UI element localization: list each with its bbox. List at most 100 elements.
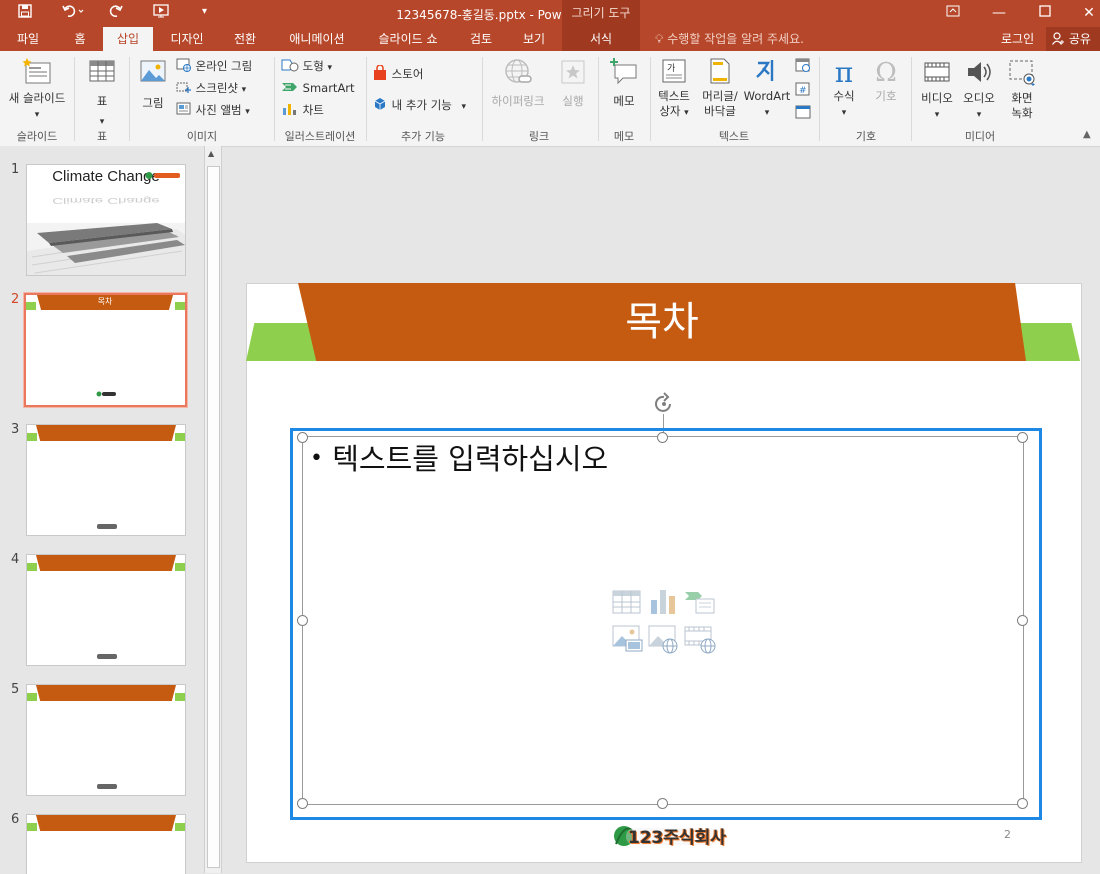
minimize-icon[interactable]: — [976, 0, 1022, 27]
maximize-icon[interactable] [1022, 0, 1068, 27]
ribbon-separator [74, 57, 75, 141]
online-picture-button[interactable]: 온라인 그림 [176, 57, 252, 75]
comment-icon [609, 57, 639, 91]
thumbnail-title-reflection: Climate Change [52, 195, 160, 206]
tab-home[interactable]: 홈 [62, 27, 98, 51]
photo-album-icon [176, 101, 192, 119]
resize-handle-se[interactable] [1017, 798, 1028, 809]
scroll-up-icon[interactable]: ▲ [208, 149, 214, 158]
resize-handle-nw[interactable] [297, 432, 308, 443]
photo-album-button[interactable]: 사진 앨범 ▾ [176, 101, 250, 119]
rotate-handle-icon[interactable] [652, 392, 676, 419]
store-icon [372, 64, 388, 83]
share-button[interactable]: 공유 [1046, 27, 1100, 51]
content-placeholder-text: 텍스트를 입력하십시오 [332, 442, 609, 476]
speaker-icon [964, 57, 994, 91]
insert-picture-icon[interactable] [612, 624, 644, 657]
group-label-images: 이미지 [186, 130, 218, 143]
resize-handle-ne[interactable] [1017, 432, 1028, 443]
resize-handle-w[interactable] [297, 615, 308, 626]
tab-view[interactable]: 보기 [512, 27, 556, 51]
tab-review[interactable]: 검토 [458, 27, 504, 51]
tab-format[interactable]: 서식 [566, 27, 636, 51]
resize-handle-sw[interactable] [297, 798, 308, 809]
resize-handle-s[interactable] [657, 798, 668, 809]
tab-slideshow[interactable]: 슬라이드 쇼 [367, 27, 449, 51]
lightbulb-icon: 💡︎ [655, 32, 664, 46]
slide-thumbnail-2[interactable]: 목차 [23, 292, 188, 408]
resize-handle-e[interactable] [1017, 615, 1028, 626]
action-button[interactable]: 실행 [554, 57, 592, 111]
close-icon[interactable]: ✕ [1066, 0, 1100, 27]
tab-animations[interactable]: 애니메이션 [276, 27, 358, 51]
wordart-label: WordArt [743, 89, 791, 103]
omega-icon: Ω [875, 58, 897, 88]
screenshot-icon [176, 79, 192, 97]
thumbnail-title-bar [36, 425, 176, 441]
slide-page-number: 2 [1004, 828, 1011, 841]
screen-recording-label-2: 녹화 [1011, 106, 1033, 120]
thumbnail-accent-left [27, 693, 37, 701]
picture-button[interactable]: 그림 [134, 57, 172, 115]
insert-smartart-icon[interactable] [684, 589, 716, 618]
collapse-ribbon-icon[interactable]: ▲ [1083, 129, 1091, 140]
group-label-links: 링크 [528, 130, 550, 143]
screenshot-label: 스크린샷 [195, 81, 238, 95]
ribbon: 새 슬라이드 ▾ 슬라이드 표 ▾ 표 그림 온라인 그림 스크린샷 ▾ 사진 … [0, 51, 1100, 147]
table-button[interactable]: 표 ▾ [80, 57, 124, 130]
thumbnail-scrollbar[interactable]: ▲ [204, 146, 222, 873]
header-footer-button[interactable]: 머리글/ 바닥글 [698, 57, 742, 119]
chart-button[interactable]: 차트 [281, 101, 324, 119]
slide-thumbnail-6[interactable] [26, 814, 186, 874]
ribbon-display-options-icon[interactable] [930, 0, 976, 27]
wordart-button[interactable]: WordArt ▾ [743, 57, 791, 121]
my-addins-button[interactable]: 내 추가 기능 ▾ [372, 96, 466, 114]
screenshot-button[interactable]: 스크린샷 ▾ [176, 79, 246, 97]
thumbnail-number: 1 [11, 162, 20, 177]
comment-button[interactable]: 메모 [604, 57, 644, 111]
audio-button[interactable]: 오디오 ▾ [958, 57, 1000, 123]
login-button[interactable]: 로그인 [1001, 27, 1034, 51]
bullet-glyph: • [310, 446, 323, 471]
slide-thumbnail-5[interactable] [26, 684, 186, 796]
tab-insert[interactable]: 삽입 [103, 27, 153, 51]
slide-thumbnail-4[interactable] [26, 554, 186, 666]
my-addins-icon [372, 96, 388, 114]
equation-button[interactable]: π 수식 ▾ [824, 57, 864, 121]
insert-video-icon[interactable] [684, 624, 718, 657]
tab-transitions[interactable]: 전환 [222, 27, 268, 51]
video-button[interactable]: 비디오 ▾ [916, 57, 958, 123]
audio-label: 오디오 [963, 91, 995, 105]
slide-number-icon[interactable]: # [795, 81, 811, 100]
store-button[interactable]: 스토어 [372, 64, 423, 83]
slide-title[interactable]: 목차 [298, 283, 1026, 361]
tell-me-box[interactable]: 💡︎ 수행할 작업을 알려 주세요. [655, 27, 804, 51]
share-label: 공유 [1068, 32, 1091, 46]
screen-recording-button[interactable]: 화면 녹화 [1002, 57, 1042, 121]
insert-table-icon[interactable] [612, 589, 642, 618]
group-label-symbols: 기호 [855, 130, 877, 143]
scrollbar-thumb[interactable] [207, 166, 220, 868]
slide-thumbnail-3[interactable] [26, 424, 186, 536]
group-label-table: 표 [96, 130, 108, 143]
content-bullet[interactable]: • 텍스트를 입력하십시오 [310, 436, 608, 478]
new-slide-button[interactable]: 새 슬라이드 ▾ [4, 57, 70, 123]
tab-file[interactable]: 파일 [6, 27, 50, 51]
textbox-button[interactable]: 가 텍스트 상자 ▾ [654, 57, 694, 121]
symbol-button[interactable]: Ω 기호 [866, 57, 906, 104]
resize-handle-n[interactable] [657, 432, 668, 443]
hyperlink-button[interactable]: 하이퍼링크 [486, 57, 550, 111]
smartart-button[interactable]: SmartArt [281, 79, 355, 97]
table-icon [88, 57, 116, 89]
slide-thumbnail-1[interactable]: Climate Change Climate Change [26, 164, 186, 276]
object-icon[interactable] [795, 104, 811, 123]
date-time-icon[interactable] [795, 57, 811, 76]
insert-online-picture-icon[interactable] [648, 624, 680, 657]
thumbnail-accent-left [26, 302, 36, 310]
tab-design[interactable]: 디자인 [162, 27, 212, 51]
shapes-button[interactable]: 도형 ▾ [281, 57, 332, 75]
person-icon [1052, 32, 1069, 46]
insert-chart-icon[interactable] [648, 586, 678, 619]
ribbon-separator [482, 57, 483, 141]
thumbnail-logo [96, 386, 116, 400]
